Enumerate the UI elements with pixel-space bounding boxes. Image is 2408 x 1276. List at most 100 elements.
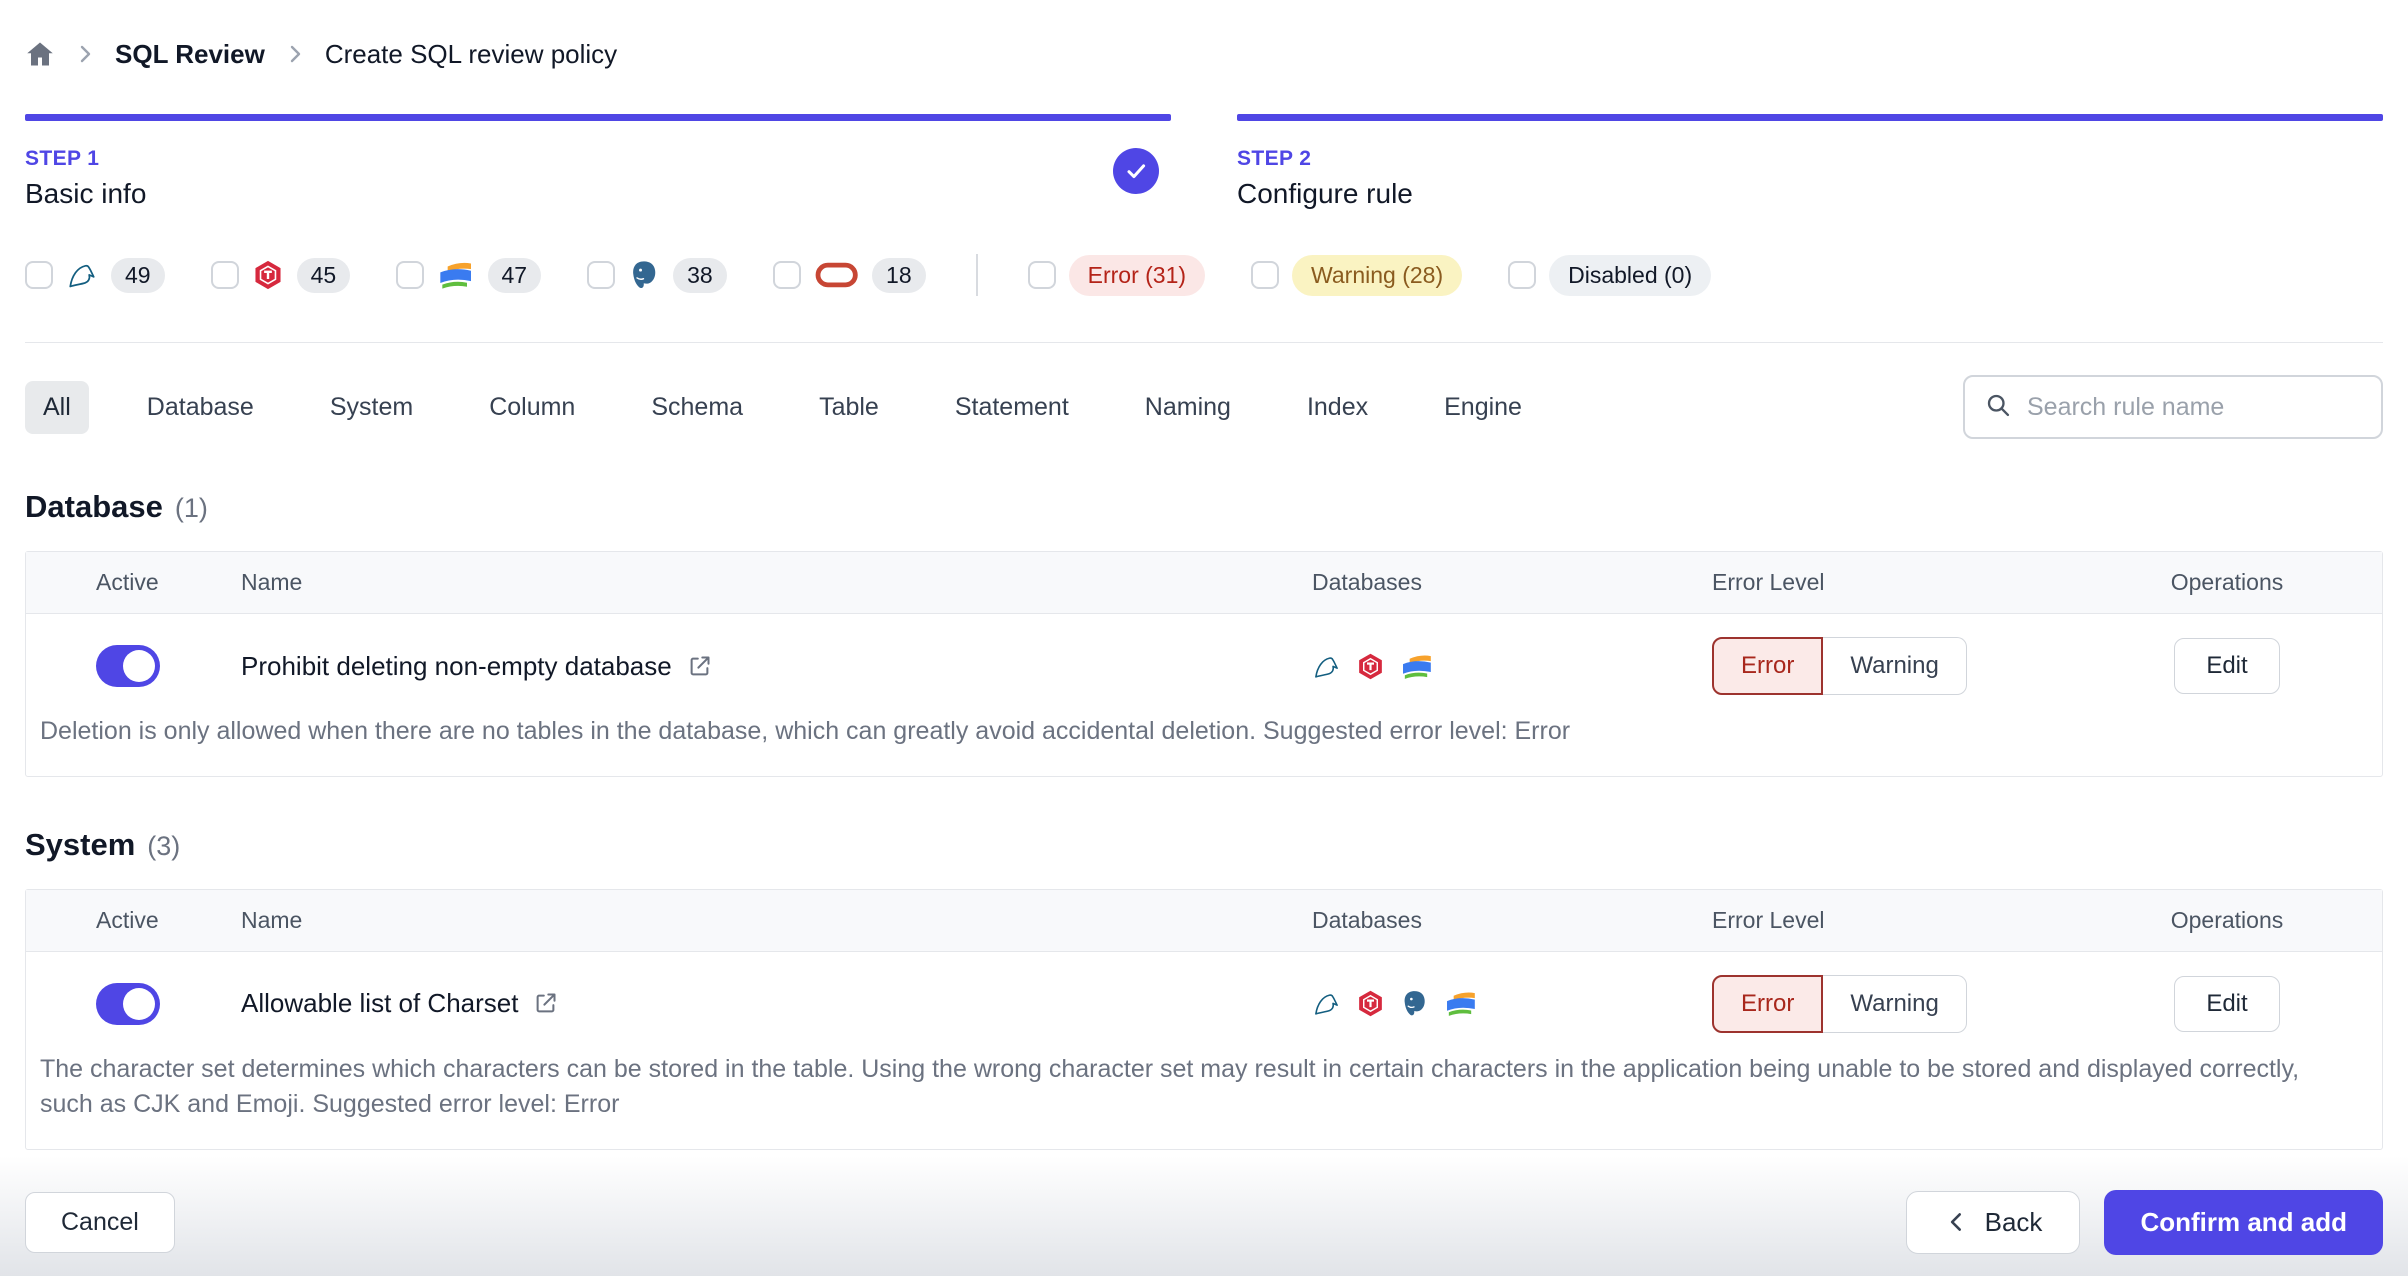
column-header-operations: Operations xyxy=(2170,906,2284,933)
column-header-active: Active xyxy=(96,906,159,933)
column-header-databases: Databases xyxy=(1312,569,1422,595)
section-count: (1) xyxy=(174,493,208,523)
step-1-progress-bar xyxy=(25,114,1171,121)
footer-actions: Cancel Back Confirm and add xyxy=(25,1189,2383,1255)
oceanbase-icon xyxy=(1400,652,1434,681)
section-title: Database xyxy=(25,489,163,524)
engine-filter-checkbox[interactable] xyxy=(587,261,616,289)
level-filter-checkbox[interactable] xyxy=(1251,261,1280,289)
step-1-label: STEP 1 xyxy=(25,147,100,170)
column-header-active: Active xyxy=(96,569,159,595)
external-link-icon[interactable] xyxy=(686,653,713,680)
step-2-title: Configure rule xyxy=(1237,178,1413,209)
tab-statement[interactable]: Statement xyxy=(937,381,1087,434)
tab-table[interactable]: Table xyxy=(801,381,897,434)
level-filter-checkbox[interactable] xyxy=(1508,261,1537,289)
mysql-icon xyxy=(1312,652,1341,681)
filter-row: 49 45 47 38 18 Error (31) Warning (28) Disabled… xyxy=(25,254,2383,296)
rule-name: Allowable list of Charset xyxy=(241,988,519,1018)
engine-filter-oceanbase: 47 xyxy=(396,257,542,293)
engine-filter-checkbox[interactable] xyxy=(772,261,801,289)
back-button[interactable]: Back xyxy=(1905,1190,2081,1254)
rule-table-system: Active Name Databases Error Level Operations… xyxy=(25,888,2383,1150)
home-icon[interactable] xyxy=(25,39,55,69)
step-indicator: STEP 1 Basic info STEP 2 Configure rule xyxy=(25,114,2383,210)
external-link-icon[interactable] xyxy=(532,990,559,1017)
level-filter-badge: Disabled (0) xyxy=(1549,254,1712,296)
tab-database[interactable]: Database xyxy=(129,381,272,434)
rule-active-toggle[interactable] xyxy=(96,982,160,1025)
back-button-label: Back xyxy=(1984,1206,2043,1237)
engine-filter-mysql: 49 xyxy=(25,257,165,293)
error-level-segmented-control: Error Warning xyxy=(1712,637,2112,695)
error-level-segmented-control: Error Warning xyxy=(1712,974,2112,1033)
tab-index[interactable]: Index xyxy=(1289,381,1386,434)
column-header-operations: Operations xyxy=(2170,569,2284,595)
tab-column[interactable]: Column xyxy=(471,381,593,434)
engine-filter-checkbox[interactable] xyxy=(396,261,425,289)
engine-filter-tidb: 45 xyxy=(210,257,351,293)
divider xyxy=(25,342,2383,343)
table-row: Allowable list of Charset Error Warning Edi… xyxy=(26,952,2382,1048)
mysql-icon xyxy=(66,259,98,291)
engine-rule-count: 45 xyxy=(296,257,351,293)
step-1-title: Basic info xyxy=(25,178,147,209)
tab-schema[interactable]: Schema xyxy=(633,381,761,434)
confirm-and-add-button[interactable]: Confirm and add xyxy=(2104,1189,2383,1255)
search-input[interactable] xyxy=(2027,392,2362,422)
rule-name-cell: Allowable list of Charset xyxy=(241,988,1312,1019)
engine-filter-checkbox[interactable] xyxy=(25,261,53,289)
error-level-button-error[interactable]: Error xyxy=(1712,974,1824,1033)
edit-button[interactable]: Edit xyxy=(2174,638,2280,694)
step-2-label: STEP 2 xyxy=(1237,147,1312,170)
error-level-button-warning[interactable]: Warning xyxy=(1823,637,1967,695)
tab-naming[interactable]: Naming xyxy=(1127,381,1249,434)
operations-cell: Edit xyxy=(2112,638,2342,694)
column-header-name: Name xyxy=(241,906,303,933)
cancel-button[interactable]: Cancel xyxy=(25,1191,175,1253)
edit-button[interactable]: Edit xyxy=(2174,975,2280,1032)
error-level-button-error[interactable]: Error xyxy=(1712,637,1824,695)
engine-filter-postgresql: 38 xyxy=(587,257,727,293)
section-count: (3) xyxy=(147,830,181,861)
rule-description: Deletion is only allowed when there are … xyxy=(40,717,1571,745)
tab-all[interactable]: All xyxy=(25,380,89,434)
level-filter-badge: Error (31) xyxy=(1068,254,1206,296)
rule-databases-cell xyxy=(1312,652,1662,681)
engine-filter-checkbox[interactable] xyxy=(210,261,239,289)
step-2[interactable]: STEP 2 Configure rule xyxy=(1237,114,2383,210)
section-title: System xyxy=(25,826,136,862)
breadcrumb-sql-review[interactable]: SQL Review xyxy=(115,39,265,70)
rule-active-toggle[interactable] xyxy=(96,645,160,687)
column-header-databases: Databases xyxy=(1312,906,1422,933)
operations-cell: Edit xyxy=(2112,975,2342,1032)
tab-system[interactable]: System xyxy=(312,381,431,434)
level-filter-checkbox[interactable] xyxy=(1027,261,1056,289)
error-level-cell: Error Warning xyxy=(1662,974,2112,1033)
table-header-row: Active Name Databases Error Level Operations xyxy=(26,889,2382,952)
filter-divider xyxy=(975,254,978,296)
category-tabs: All Database System Column Schema Table Statem… xyxy=(25,380,1963,434)
footer-right-actions: Back Confirm and add xyxy=(1905,1189,2383,1255)
engine-rule-count: 18 xyxy=(872,257,926,293)
error-level-button-warning[interactable]: Warning xyxy=(1823,974,1967,1033)
tab-bar: All Database System Column Schema Table Statem… xyxy=(25,375,2383,439)
section-heading-database: Database (1) xyxy=(25,489,2383,525)
oracle-icon xyxy=(814,259,859,291)
table-row: Prohibit deleting non-empty database Erro… xyxy=(26,614,2382,710)
rule-name: Prohibit deleting non-empty database xyxy=(241,650,672,681)
oceanbase-icon xyxy=(437,259,474,291)
chevron-left-icon xyxy=(1950,1213,1961,1231)
active-cell xyxy=(96,645,241,687)
rule-name-cell: Prohibit deleting non-empty database xyxy=(241,651,1312,682)
level-filter-warning: Warning (28) xyxy=(1251,254,1463,296)
engine-rule-count: 38 xyxy=(673,257,727,293)
level-filter-error: Error (31) xyxy=(1027,254,1206,296)
toggle-knob xyxy=(123,650,155,682)
chevron-right-icon xyxy=(283,42,307,66)
engine-rule-count: 47 xyxy=(487,257,542,293)
tab-engine[interactable]: Engine xyxy=(1426,381,1540,434)
step-1[interactable]: STEP 1 Basic info xyxy=(25,114,1171,210)
rule-table-database: Active Name Databases Error Level Operations… xyxy=(25,551,2383,777)
level-filter-disabled: Disabled (0) xyxy=(1508,254,1712,296)
